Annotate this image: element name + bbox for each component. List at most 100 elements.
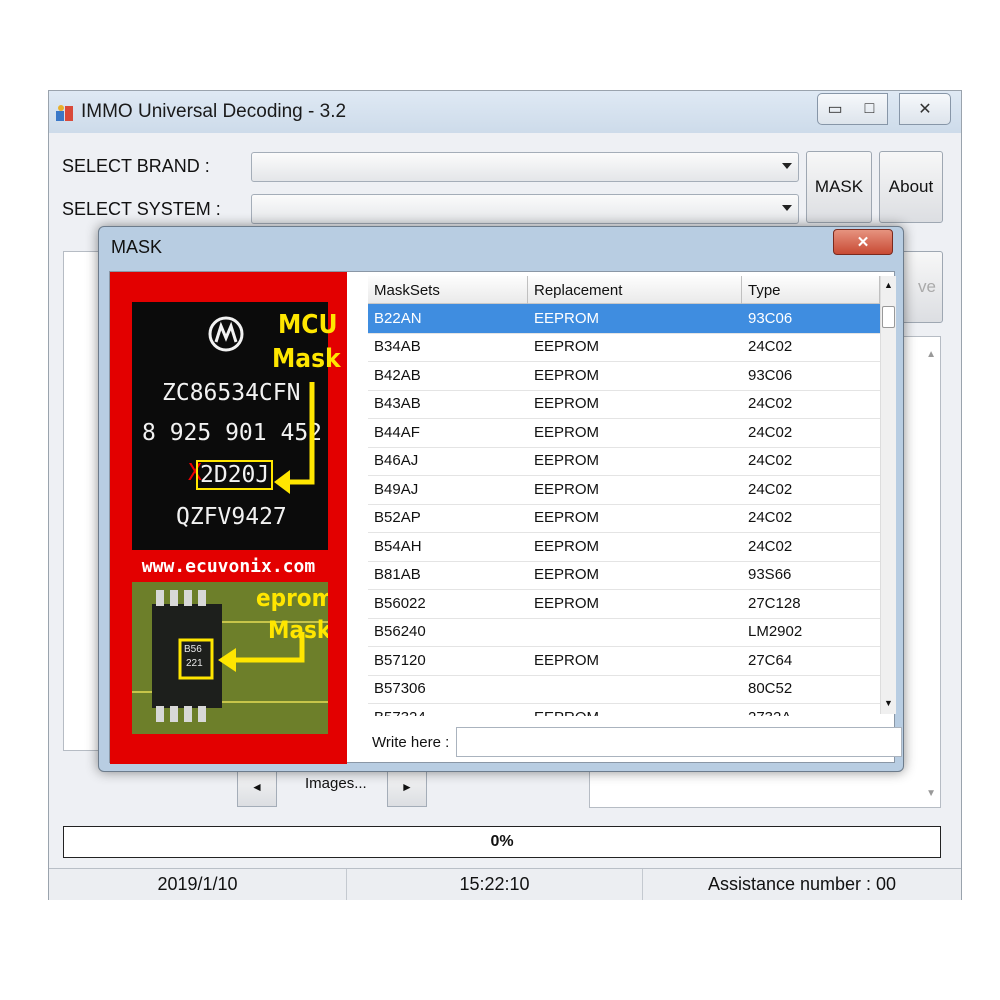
images-label: Images... (305, 775, 367, 792)
row-replacement: EEPROM (528, 703, 599, 717)
row-type: 24C02 (748, 509, 793, 526)
row-replacement: EEPROM (534, 395, 600, 412)
eprom-mask-label: Mask (268, 616, 328, 644)
row-maskset: B22AN (374, 309, 422, 327)
column-header-type[interactable]: Type (742, 276, 880, 304)
row-type: 27C64 (748, 651, 793, 669)
brand-select[interactable] (251, 152, 799, 182)
eprom-chip-photo: B56 221 eprom Mask (132, 582, 328, 734)
column-header-masksets[interactable]: MaskSets (368, 276, 528, 304)
row-maskset: B57324 (368, 703, 426, 717)
row-maskset: B56022 (374, 594, 426, 612)
scroll-up-icon[interactable]: ▲ (884, 280, 893, 290)
table-row[interactable]: B46AJ EEPROM 24C02 (368, 447, 880, 476)
scroll-up-icon[interactable]: ▲ (926, 349, 936, 360)
progress-text: 0% (490, 833, 514, 850)
table-row[interactable]: B52AP EEPROM 24C02 (368, 504, 880, 533)
row-type: 27C128 (748, 594, 801, 612)
table-row[interactable]: B57324 EEPROM 2732A (368, 703, 880, 717)
table-row[interactable]: B56240 LM2902 (368, 618, 880, 647)
row-replacement: EEPROM (534, 537, 600, 555)
mask-dialog-content: MCU Mask ZC86534CFN 8 925 901 452 X 2D20… (109, 271, 902, 764)
row-type: 93C06 (748, 309, 793, 327)
maximize-button[interactable]: □ (852, 93, 888, 125)
scroll-down-icon[interactable]: ▼ (926, 788, 936, 799)
title-bar[interactable]: IMMO Universal Decoding - 3.2 ▭ □ ✕ (49, 91, 961, 133)
close-button[interactable]: ✕ (899, 93, 951, 125)
row-maskset: B46AJ (374, 452, 419, 469)
table-header: MaskSets Replacement Type (368, 276, 880, 304)
progress-bar: 0% (63, 826, 941, 858)
table-row[interactable]: B34AB EEPROM 24C02 (368, 333, 880, 362)
close-icon: ✕ (856, 234, 870, 251)
mcu-label: MCU (278, 310, 338, 340)
scroll-down-icon[interactable]: ▼ (884, 698, 893, 708)
row-replacement (528, 675, 534, 703)
table-row[interactable]: B44AF EEPROM 24C02 (368, 418, 880, 448)
left-panel (63, 251, 103, 751)
row-replacement: EEPROM (534, 366, 600, 384)
mcu-chip-photo: MCU Mask ZC86534CFN 8 925 901 452 X 2D20… (132, 302, 341, 550)
eprom-label: eprom (256, 584, 328, 612)
website-text: www.ecuvonix.com (141, 556, 316, 577)
mask-table[interactable]: B22AN EEPROM 93C06 B34AB EEPROM 24C02 B42AB EEP… (368, 304, 880, 716)
row-type: 24C02 (748, 423, 793, 441)
table-row[interactable]: B22AN EEPROM 93C06 (368, 304, 880, 334)
write-here-label: Write here : (372, 734, 450, 751)
row-maskset: B52AP (374, 509, 421, 526)
mask-button[interactable]: MASK (806, 151, 872, 223)
status-assistance: Assistance number : 00 (707, 874, 897, 894)
write-here-input[interactable] (456, 727, 902, 757)
row-type: 24C02 (748, 480, 793, 498)
mask-close-button[interactable]: ✕ (833, 229, 893, 255)
status-bar: 2019/1/10 15:22:10 Assistance number : 0… (49, 868, 961, 900)
arrow-left-icon: ◄ (251, 780, 263, 794)
eprom-chip-line-1: B56 (184, 644, 202, 655)
mcu-mask-image: MCU Mask ZC86534CFN 8 925 901 452 X 2D20… (110, 272, 347, 764)
next-image-button[interactable]: ► (387, 767, 427, 807)
app-icon (56, 105, 73, 121)
row-type: LM2902 (748, 623, 803, 640)
row-replacement: EEPROM (534, 509, 600, 526)
row-maskset: B49AJ (374, 480, 419, 498)
maximize-icon: □ (864, 100, 875, 117)
status-date: 2019/1/10 (49, 869, 347, 900)
system-select[interactable] (251, 194, 799, 224)
table-row[interactable]: B56022 EEPROM 27C128 (368, 589, 880, 619)
table-row[interactable]: B57306 80C52 (368, 675, 880, 704)
row-maskset: B44AF (374, 423, 420, 441)
table-row[interactable]: B54AH EEPROM 24C02 (368, 532, 880, 562)
row-replacement: EEPROM (534, 651, 600, 669)
chevron-down-icon (782, 205, 792, 211)
chip-line-4: QZFV9427 (176, 504, 287, 530)
eprom-chip-line-2: 221 (186, 658, 203, 669)
row-type: 24C02 (748, 452, 793, 469)
table-row[interactable]: B49AJ EEPROM 24C02 (368, 475, 880, 505)
row-type: 93S66 (748, 566, 792, 583)
row-type: 93C06 (748, 366, 793, 384)
pointer-arrow-icon (274, 382, 315, 494)
row-type: 24C02 (748, 395, 793, 412)
row-replacement: EEPROM (534, 423, 600, 441)
table-row[interactable]: B42AB EEPROM 93C06 (368, 361, 880, 391)
chevron-down-icon (782, 163, 792, 169)
row-replacement (528, 618, 534, 646)
row-maskset: B57306 (374, 680, 426, 697)
row-maskset: B57120 (374, 651, 426, 669)
arrow-right-icon: ► (401, 780, 413, 794)
prev-image-button[interactable]: ◄ (237, 767, 277, 807)
minimize-button[interactable]: ▭ (817, 93, 853, 125)
column-header-replacement[interactable]: Replacement (528, 276, 742, 304)
table-row[interactable]: B81AB EEPROM 93S66 (368, 561, 880, 590)
table-row[interactable]: B57120 EEPROM 27C64 (368, 646, 880, 676)
row-replacement: EEPROM (534, 480, 600, 498)
close-icon: ✕ (918, 101, 932, 118)
row-maskset: B42AB (374, 366, 421, 384)
mask-dialog: MASK ✕ MCU Mask ZC86534CFN 8 925 901 452… (98, 226, 904, 772)
scroll-thumb[interactable] (882, 306, 895, 328)
about-button[interactable]: About (879, 151, 943, 223)
table-scrollbar[interactable]: ▲ ▼ (880, 276, 896, 714)
table-row[interactable]: B43AB EEPROM 24C02 (368, 390, 880, 419)
row-replacement: EEPROM (534, 309, 600, 327)
row-type: 24C02 (748, 537, 793, 555)
